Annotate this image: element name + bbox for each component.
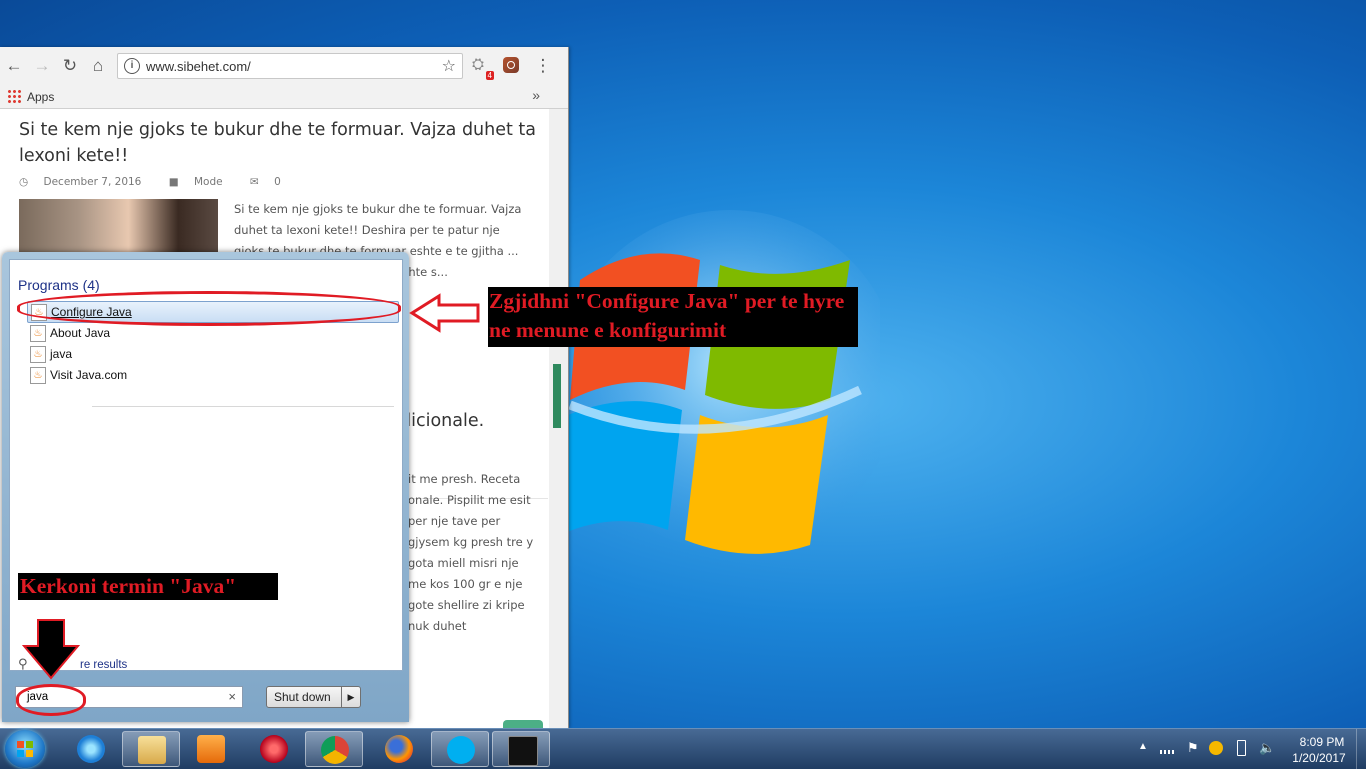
- action-center-flag-icon[interactable]: ⚑: [1187, 740, 1199, 756]
- apps-bookmark[interactable]: Apps: [27, 90, 54, 104]
- extension-badge: 4: [485, 71, 494, 80]
- folder-icon: ■: [168, 176, 182, 188]
- info-icon[interactable]: i: [124, 58, 140, 74]
- show-desktop-button[interactable]: [1356, 729, 1366, 769]
- scroll-to-top-button[interactable]: ⌃: [503, 720, 543, 728]
- instagram-extension-icon[interactable]: [503, 57, 519, 73]
- taskbar-app-red[interactable]: [245, 731, 303, 767]
- extension-icon[interactable]: ⛭ 4: [472, 56, 494, 80]
- taskbar-command-prompt[interactable]: [492, 731, 550, 767]
- menu-kebab-icon[interactable]: ⋮: [532, 55, 554, 77]
- article2-title[interactable]: dicionale.: [400, 411, 484, 431]
- bookmarks-bar: Apps »: [0, 85, 568, 109]
- highlight-ellipse-search: [16, 684, 86, 716]
- taskbar: ▲ ⚑ 🔈 8:09 PM 1/20/2017: [0, 728, 1366, 769]
- command-prompt-icon: [508, 736, 538, 766]
- divider: [92, 406, 394, 407]
- internet-explorer-icon: [77, 735, 105, 763]
- shutdown-options-arrow-icon[interactable]: ▶: [341, 686, 361, 708]
- show-hidden-icons-icon[interactable]: ▲: [1138, 741, 1148, 752]
- program-about-java[interactable]: ♨ About Java: [27, 323, 397, 343]
- browser-toolbar: ← → ↻ ⌂ i www.sibehet.com/ ☆ ⛭ 4 ⋮: [0, 47, 568, 85]
- clock-date[interactable]: 1/20/2017: [1288, 751, 1350, 765]
- java-icon: ♨: [30, 346, 46, 363]
- back-arrow-icon[interactable]: ←: [3, 55, 25, 77]
- taskbar-skype[interactable]: [431, 731, 489, 767]
- forward-arrow-icon[interactable]: →: [31, 55, 53, 77]
- program-visit-java-com[interactable]: ♨ Visit Java.com: [27, 365, 397, 385]
- post-comments: ✉ 0: [249, 176, 281, 188]
- taskbar-chrome[interactable]: [305, 731, 363, 767]
- apps-grid-icon[interactable]: [7, 89, 21, 103]
- red-app-icon: [260, 735, 288, 763]
- taskbar-firefox[interactable]: [370, 731, 428, 767]
- java-icon: ♨: [30, 325, 46, 342]
- arrow-down-annotation-icon: [22, 619, 80, 680]
- taskbar-internet-explorer[interactable]: [62, 731, 120, 767]
- scrollbar-thumb[interactable]: [553, 364, 561, 428]
- media-player-icon: [197, 735, 225, 763]
- comment-icon: ✉: [249, 176, 263, 188]
- java-icon: ♨: [30, 367, 46, 384]
- url-text: www.sibehet.com/: [146, 59, 251, 74]
- program-java[interactable]: ♨ java: [27, 344, 397, 364]
- folder-icon: [138, 736, 166, 764]
- article-thumbnail[interactable]: [19, 199, 218, 259]
- reload-icon[interactable]: ↻: [59, 55, 81, 77]
- home-icon[interactable]: ⌂: [87, 55, 109, 77]
- battery-icon[interactable]: [1237, 740, 1246, 756]
- address-bar[interactable]: i www.sibehet.com/ ☆: [117, 53, 463, 79]
- post-date: ◷ December 7, 2016: [19, 176, 142, 188]
- shutdown-button[interactable]: Shut down: [266, 686, 344, 708]
- tray-app-icon[interactable]: [1209, 741, 1223, 755]
- annotation-select-configure-java: Zgjidhni "Configure Java" per te hyre ne…: [488, 287, 858, 347]
- chrome-icon: [321, 736, 349, 764]
- see-more-results-link[interactable]: re results: [80, 659, 127, 671]
- taskbar-file-explorer[interactable]: [122, 731, 180, 767]
- taskbar-media-player[interactable]: [182, 731, 240, 767]
- windows-logo-wallpaper: [560, 210, 880, 554]
- arrow-left-annotation-icon: [409, 293, 480, 333]
- article2-excerpt: it me presh. Receta onale. Pispilit me e…: [408, 472, 534, 633]
- highlight-ellipse-configure-java: [17, 291, 401, 326]
- article-title[interactable]: Si te kem nje gjoks te bukur dhe te form…: [19, 117, 539, 169]
- programs-heading: Programs (4): [18, 277, 100, 293]
- network-signal-icon[interactable]: [1160, 742, 1176, 754]
- clear-search-icon[interactable]: ×: [228, 689, 236, 704]
- clock-time[interactable]: 8:09 PM: [1294, 735, 1350, 749]
- page-scrollbar[interactable]: [549, 109, 568, 728]
- start-button[interactable]: [5, 730, 45, 768]
- bookmark-star-icon[interactable]: ☆: [442, 56, 456, 76]
- article-meta: ◷ December 7, 2016 ■ Mode ✉ 0: [19, 176, 305, 188]
- annotation-search-java: Kerkoni termin "Java": [18, 573, 278, 600]
- bookmarks-overflow-button[interactable]: »: [532, 87, 540, 103]
- volume-icon[interactable]: 🔈: [1259, 740, 1275, 756]
- skype-icon: [447, 736, 475, 764]
- clock-icon: ◷: [19, 176, 32, 188]
- post-category: ■ Mode: [168, 176, 223, 188]
- firefox-icon: [385, 735, 413, 763]
